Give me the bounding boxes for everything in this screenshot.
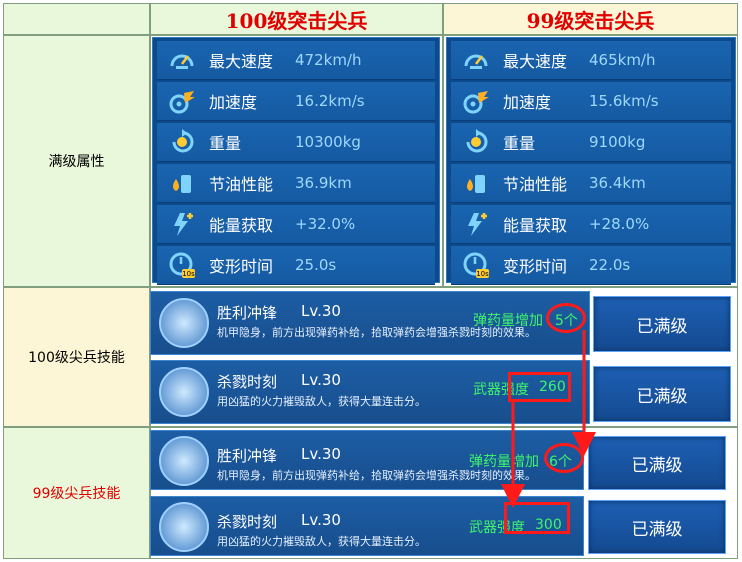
energy-icon [461,209,491,239]
stat-row: 节油性能 36.9km [157,164,435,203]
stat-name: 节油性能 [209,175,274,194]
timer-icon: 10s [167,250,197,280]
stat-row: 重量 9100kg [451,123,731,162]
highlight-circle-6 [544,443,584,473]
stat-name: 变形时间 [503,257,568,276]
stat-row: 最大速度 465km/h [451,41,731,80]
header-corner [3,3,150,35]
stat-row: 加速度 15.6km/s [451,82,731,121]
label-skills-100: 100级尖兵技能 [3,287,150,427]
weight-icon [461,127,491,157]
header-100: 100级突击尖兵 [150,3,443,35]
stat-name: 节油性能 [503,175,568,194]
skill-name: 杀戮时刻 [217,373,278,391]
stat-value: 465km/h [589,51,656,69]
stat-row: 能量获取 +28.0% [451,205,731,244]
speedometer-icon [167,45,197,75]
stat-name: 能量获取 [209,216,274,235]
ammo-skill-icon [159,298,209,348]
stat-name: 最大速度 [503,52,568,71]
stat-name: 加速度 [503,93,552,112]
header-100-title: 100级突击尖兵 [225,8,368,33]
maxed-button-100-1[interactable]: 已满级 [593,296,731,352]
stat-name: 变形时间 [209,257,274,276]
label-skills-99-text: 99级尖兵技能 [32,486,121,502]
acceleration-icon [167,86,197,116]
weight-icon [167,127,197,157]
stat-row: 10s 变形时间 22.0s [451,246,731,285]
skill-name: 胜利冲锋 [217,447,278,465]
skill-level: Lv.30 [301,445,341,463]
stat-name: 重量 [209,134,242,153]
stat-value: 22.0s [589,256,631,274]
svg-text:10s: 10s [182,270,195,278]
stat-value: +32.0% [295,215,356,233]
stat-value: 10300kg [295,133,361,151]
stat-name: 能量获取 [503,216,568,235]
header-99: 99级突击尖兵 [443,3,738,35]
acceleration-icon [461,86,491,116]
svg-text:10s: 10s [476,270,489,278]
maxed-button-99-1[interactable]: 已满级 [588,436,726,490]
stat-value: 15.6km/s [589,92,659,110]
stats-panel-99: 最大速度 465km/h 加速度 15.6km/s 重量 9100kg 节油性能 36.4km… [446,37,736,285]
maxed-button-99-2[interactable]: 已满级 [588,500,726,554]
stat-value: 36.4km [589,174,646,192]
stat-value: +28.0% [589,215,650,233]
highlight-box-260 [508,372,571,402]
fuel-icon [167,168,197,198]
maxed-button-100-2[interactable]: 已满级 [593,366,731,422]
stats-panel-100: 最大速度 472km/h 加速度 16.2km/s 重量 10300kg 节油性能 36.9k… [152,37,440,285]
skill-level: Lv.30 [301,302,341,320]
skill-desc: 用凶猛的火力摧毁敌人，获得大量连击分。 [217,535,426,548]
skill-card-100-1: 胜利冲锋 Lv.30 机甲隐身，前方出现弹药补给，拾取弹药会增强杀戮时刻的效果。… [150,291,590,355]
gatling-skill-icon [159,502,209,552]
stat-name: 最大速度 [209,52,274,71]
stat-value: 36.9km [295,174,352,192]
stat-row: 重量 10300kg [157,123,435,162]
header-99-title: 99级突击尖兵 [526,8,655,33]
skill-card-99-1: 胜利冲锋 Lv.30 机甲隐身，前方出现弹药补给，拾取弹药会增强杀戮时刻的效果。… [150,430,584,490]
stat-value: 9100kg [589,133,646,151]
label-skills-100-text: 100级尖兵技能 [28,350,125,366]
stat-value: 25.0s [295,256,337,274]
skill-level: Lv.30 [301,371,341,389]
skill-stat-label: 弹药量增加 [469,454,539,470]
skill-desc: 用凶猛的火力摧毁敌人，获得大量连击分。 [217,395,426,408]
stat-value: 16.2km/s [295,92,365,110]
skill-stat-label: 弹药量增加 [473,313,543,329]
skill-name: 杀戮时刻 [217,513,278,531]
label-stats-text: 满级属性 [48,154,105,170]
ammo-skill-icon [159,436,209,486]
label-skills-99: 99级尖兵技能 [3,427,150,559]
label-stats: 满级属性 [3,35,150,287]
energy-icon [167,209,197,239]
stat-row: 加速度 16.2km/s [157,82,435,121]
stat-name: 重量 [503,134,536,153]
skill-level: Lv.30 [301,511,341,529]
stat-row: 节油性能 36.4km [451,164,731,203]
skill-name: 胜利冲锋 [217,304,278,322]
fuel-icon [461,168,491,198]
stat-row: 10s 变形时间 25.0s [157,246,435,285]
stat-row: 最大速度 472km/h [157,41,435,80]
highlight-box-300 [504,502,570,534]
speedometer-icon [461,45,491,75]
stat-row: 能量获取 +32.0% [157,205,435,244]
timer-icon: 10s [461,250,491,280]
gatling-skill-icon [159,367,209,417]
stat-value: 472km/h [295,51,362,69]
stat-name: 加速度 [209,93,258,112]
highlight-circle-5 [546,303,586,333]
